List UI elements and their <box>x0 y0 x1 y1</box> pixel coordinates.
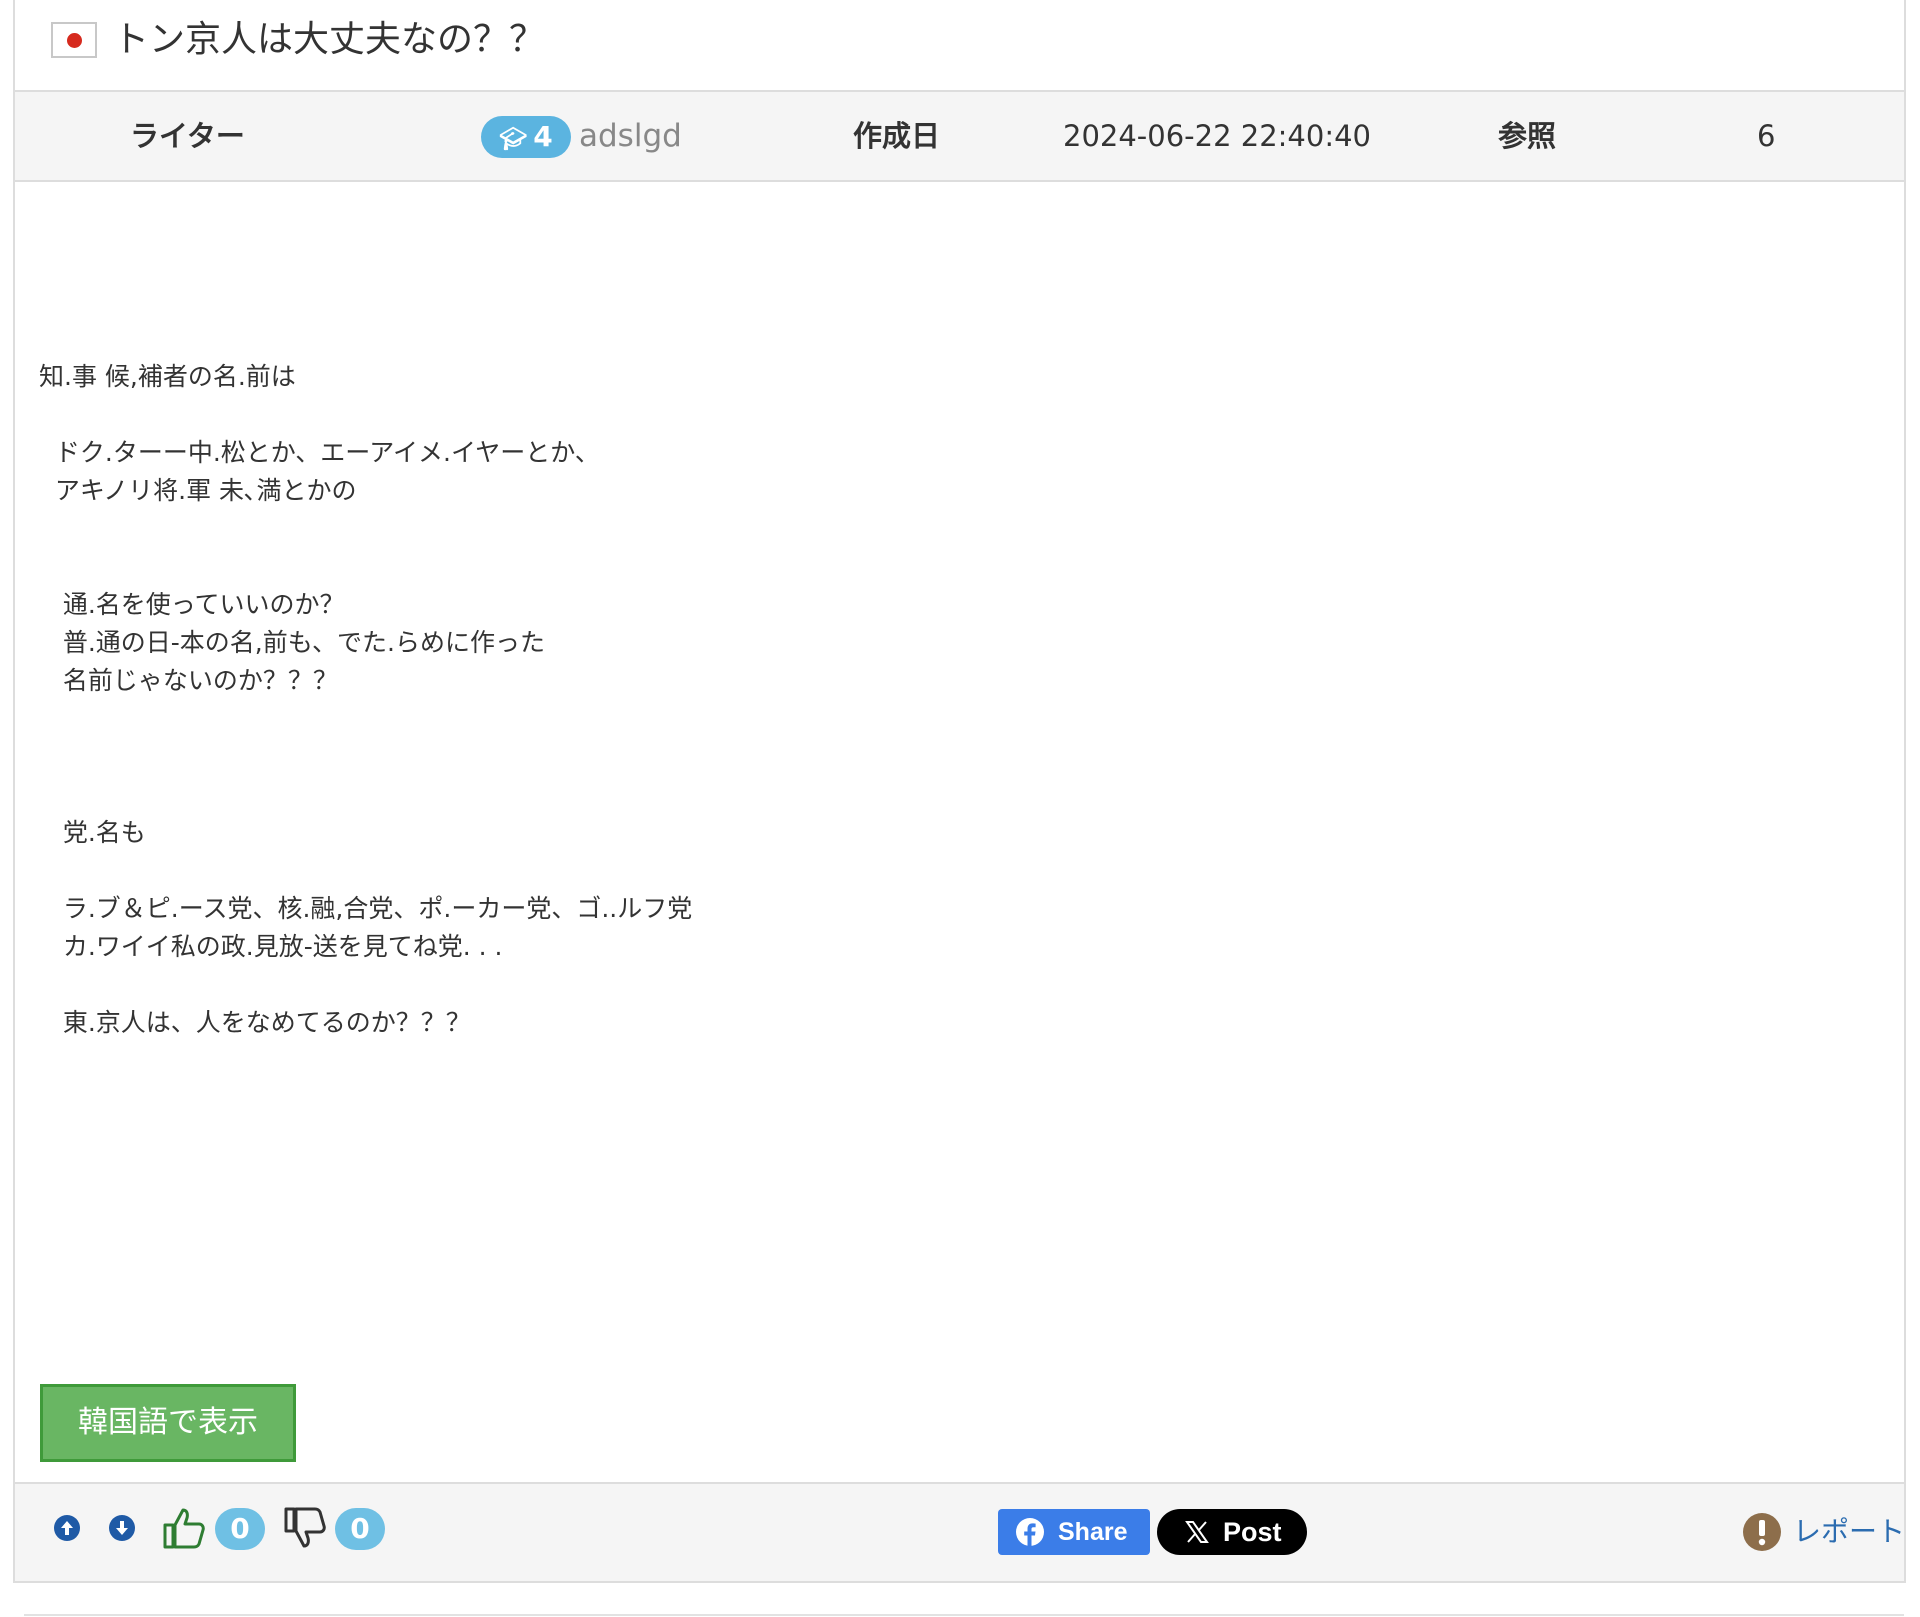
x-logo-icon <box>1185 1521 1209 1543</box>
post-body-line <box>39 510 692 548</box>
post-body-line: アキノリ将.軍 未､満とかの <box>39 476 357 505</box>
post-body: 知.事 候,補者の名.前は ドク.ターー中.松とか、エーアイメ.イヤーとか、 ア… <box>39 358 692 1042</box>
post-body-line: 党.名も <box>39 818 146 847</box>
facebook-share-label: Share <box>1058 1518 1128 1546</box>
facebook-icon <box>1016 1518 1044 1546</box>
post-body-line <box>39 776 692 814</box>
post-body-line: ドク.ターー中.松とか、エーアイメ.イヤーとか、 <box>39 438 600 467</box>
post-body-line: 通.名を使っていいのか？ <box>39 590 345 619</box>
thumbs-up-icon[interactable] <box>161 1505 207 1551</box>
report-exclamation-icon[interactable] <box>1742 1512 1782 1552</box>
user-level-value: 4 <box>533 120 553 153</box>
post-body-line <box>39 852 692 890</box>
post-body-line <box>39 396 692 434</box>
post-body-line: カ.ワイイ私の政.見放-送を見てね党. . . <box>39 932 503 961</box>
facebook-share-button[interactable]: Share <box>998 1509 1150 1555</box>
x-post-label: Post <box>1223 1517 1282 1547</box>
post-body-line <box>39 966 692 1004</box>
views-value: 6 <box>1757 119 1776 153</box>
report-link[interactable]: レポート <box>1793 1508 1905 1556</box>
post-body-line: 東.京人は、人をなめてるのか？？？ <box>39 1008 471 1037</box>
post-container: トン京人は大丈夫なの？？ ライター 🎓︎ 4 adslgd 作成日 2024-06… <box>13 0 1906 1583</box>
bottom-divider <box>24 1614 1904 1616</box>
flag-red-dot <box>67 33 82 48</box>
post-body-line: 知.事 候,補者の名.前は <box>39 362 296 391</box>
arrow-up-circle-icon[interactable] <box>53 1514 81 1542</box>
arrow-down-circle-icon[interactable] <box>108 1514 136 1542</box>
post-meta-row: ライター 🎓︎ 4 adslgd 作成日 2024-06-22 22:40:40 … <box>15 92 1904 182</box>
writer-label: ライター <box>130 119 245 153</box>
user-level-badge: 🎓︎ 4 <box>481 116 571 158</box>
date-value: 2024-06-22 22:40:40 <box>1063 119 1371 153</box>
post-body-line: 普.通の日-本の名,前も、でた.らめに作った <box>39 628 545 657</box>
post-body-line <box>39 548 692 586</box>
post-title-bar: トン京人は大丈夫なの？？ <box>15 0 1904 92</box>
author-name-link[interactable]: adslgd <box>579 92 682 180</box>
post-body-line: 名前じゃないのか？？？ <box>39 666 338 695</box>
post-title: トン京人は大丈夫なの？？ <box>113 19 546 60</box>
thumbs-down-icon[interactable] <box>282 1505 328 1551</box>
x-post-button[interactable]: Post <box>1157 1509 1307 1555</box>
japan-flag-icon <box>51 22 97 58</box>
date-label: 作成日 <box>853 119 941 153</box>
graduation-cap-icon: 🎓︎ <box>499 127 528 152</box>
post-body-line <box>39 738 692 776</box>
post-footer: 0 0 Share Post レポート <box>15 1482 1905 1583</box>
like-count-badge: 0 <box>215 1508 265 1550</box>
post-body-line: ラ.ブ＆ピ.ース党、核.融,合党、ポ.ーカー党、ゴ..ルフ党 <box>39 894 693 923</box>
dislike-count-badge: 0 <box>335 1508 385 1550</box>
views-label: 参照 <box>1498 119 1557 153</box>
post-body-line <box>39 700 692 738</box>
view-in-korean-button[interactable]: 韓国語で表示 <box>40 1384 296 1462</box>
